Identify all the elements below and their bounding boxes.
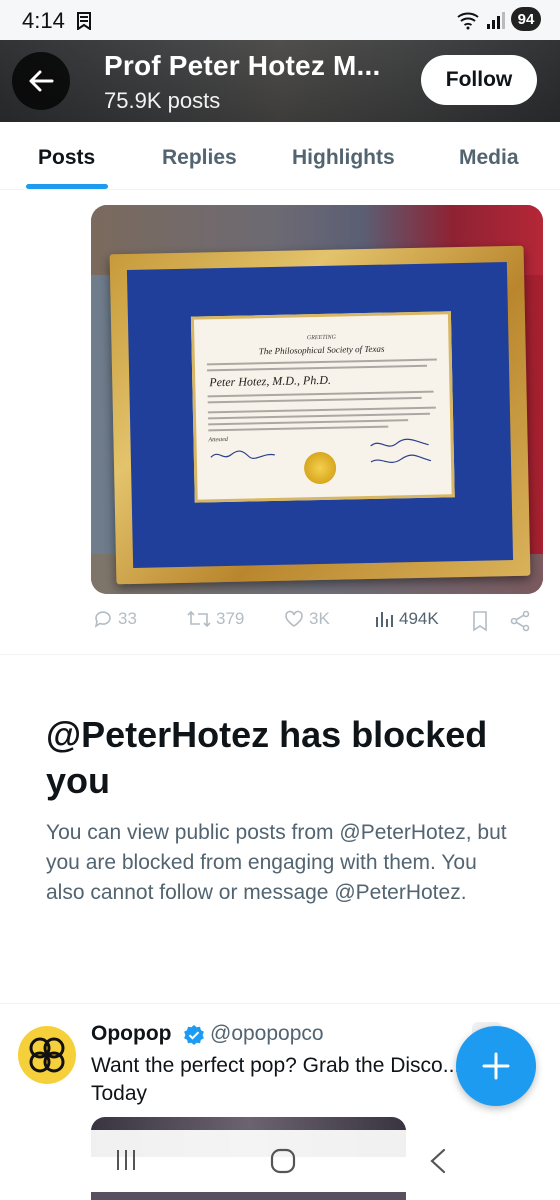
signature-left [210,450,275,459]
certificate-text-line [208,412,431,420]
like-count: 3K [309,609,330,628]
post-count: 75.9K posts [104,88,221,113]
ad-author-name[interactable]: Opopop [91,1022,171,1046]
home-icon[interactable] [270,1148,296,1174]
repost-icon [187,610,211,628]
certificate-text-line [208,419,409,426]
certificate-paper: GREETING The Philosophical Society of Te… [190,311,455,503]
ad-author-handle[interactable]: @opopopco [210,1022,324,1046]
certificate-frame: GREETING The Philosophical Society of Te… [109,245,531,585]
status-bar: 4:14 94 [0,0,560,40]
divider [0,654,560,655]
ad-image-lower [91,1192,406,1200]
ad-text: Want the perfect pop? Grab the Disco... … [91,1054,461,1105]
status-time: 4:14 [22,8,65,33]
reply-count: 33 [118,609,137,628]
signature-right [370,438,432,463]
bookmark-icon[interactable] [471,610,489,632]
tab-media[interactable]: Media [459,146,519,170]
verified-badge-icon [184,1025,204,1045]
battery-indicator: 94 [511,7,541,31]
certificate-attested: Attested [208,436,228,444]
follow-button[interactable]: Follow [421,55,537,105]
tab-posts[interactable]: Posts [38,146,95,170]
view-count: 494K [399,609,439,628]
gold-seal [303,451,337,485]
tweet-actions: 33 379 3K 494K [0,606,560,636]
recent-apps-icon[interactable] [114,1148,138,1172]
system-nav-bar [0,1130,560,1192]
arrow-left-icon [29,70,54,92]
wifi-icon [457,12,479,30]
opopop-logo-icon [29,1037,65,1073]
views-button[interactable]: 494K [375,608,439,630]
views-chart-icon [376,612,393,627]
certificate-greeting: GREETING [306,334,336,342]
reply-button[interactable]: 33 [92,608,137,630]
back-button[interactable] [12,52,70,110]
avatar[interactable] [18,1026,76,1084]
profile-name: Prof Peter Hotez M... [104,50,381,81]
repost-button[interactable]: 379 [186,608,244,630]
share-icon[interactable] [509,610,531,632]
certificate-mat: GREETING The Philosophical Society of Te… [126,262,514,568]
profile-tabs: Posts Replies Highlights Media [0,122,560,190]
back-nav-icon[interactable] [428,1148,448,1174]
certificate-recipient: Peter Hotez, M.D., Ph.D. [209,372,332,390]
blocked-title: @PeterHotez has blocked you [46,714,488,801]
certificate-text-line [207,364,428,372]
tweet-image[interactable]: GREETING The Philosophical Society of Te… [91,205,543,594]
active-tab-indicator [26,184,108,189]
divider [0,1003,560,1004]
profile-header: Prof Peter Hotez M... 75.9K posts Follow [0,40,560,122]
notification-flag-icon [77,12,91,30]
compose-button[interactable] [456,1026,536,1106]
blocked-description: You can view public posts from @PeterHot… [46,821,507,904]
signal-strength-icon [487,12,505,29]
tab-highlights[interactable]: Highlights [292,146,395,170]
certificate-text-line [207,396,422,404]
like-button[interactable]: 3K [283,608,330,630]
repost-count: 379 [216,609,245,628]
reply-icon [94,611,111,628]
certificate-text-line [208,425,389,432]
heart-icon [285,610,303,627]
tab-replies[interactable]: Replies [162,146,237,170]
certificate-heading: The Philosophical Society of Texas [258,343,385,357]
plus-icon [482,1052,510,1080]
